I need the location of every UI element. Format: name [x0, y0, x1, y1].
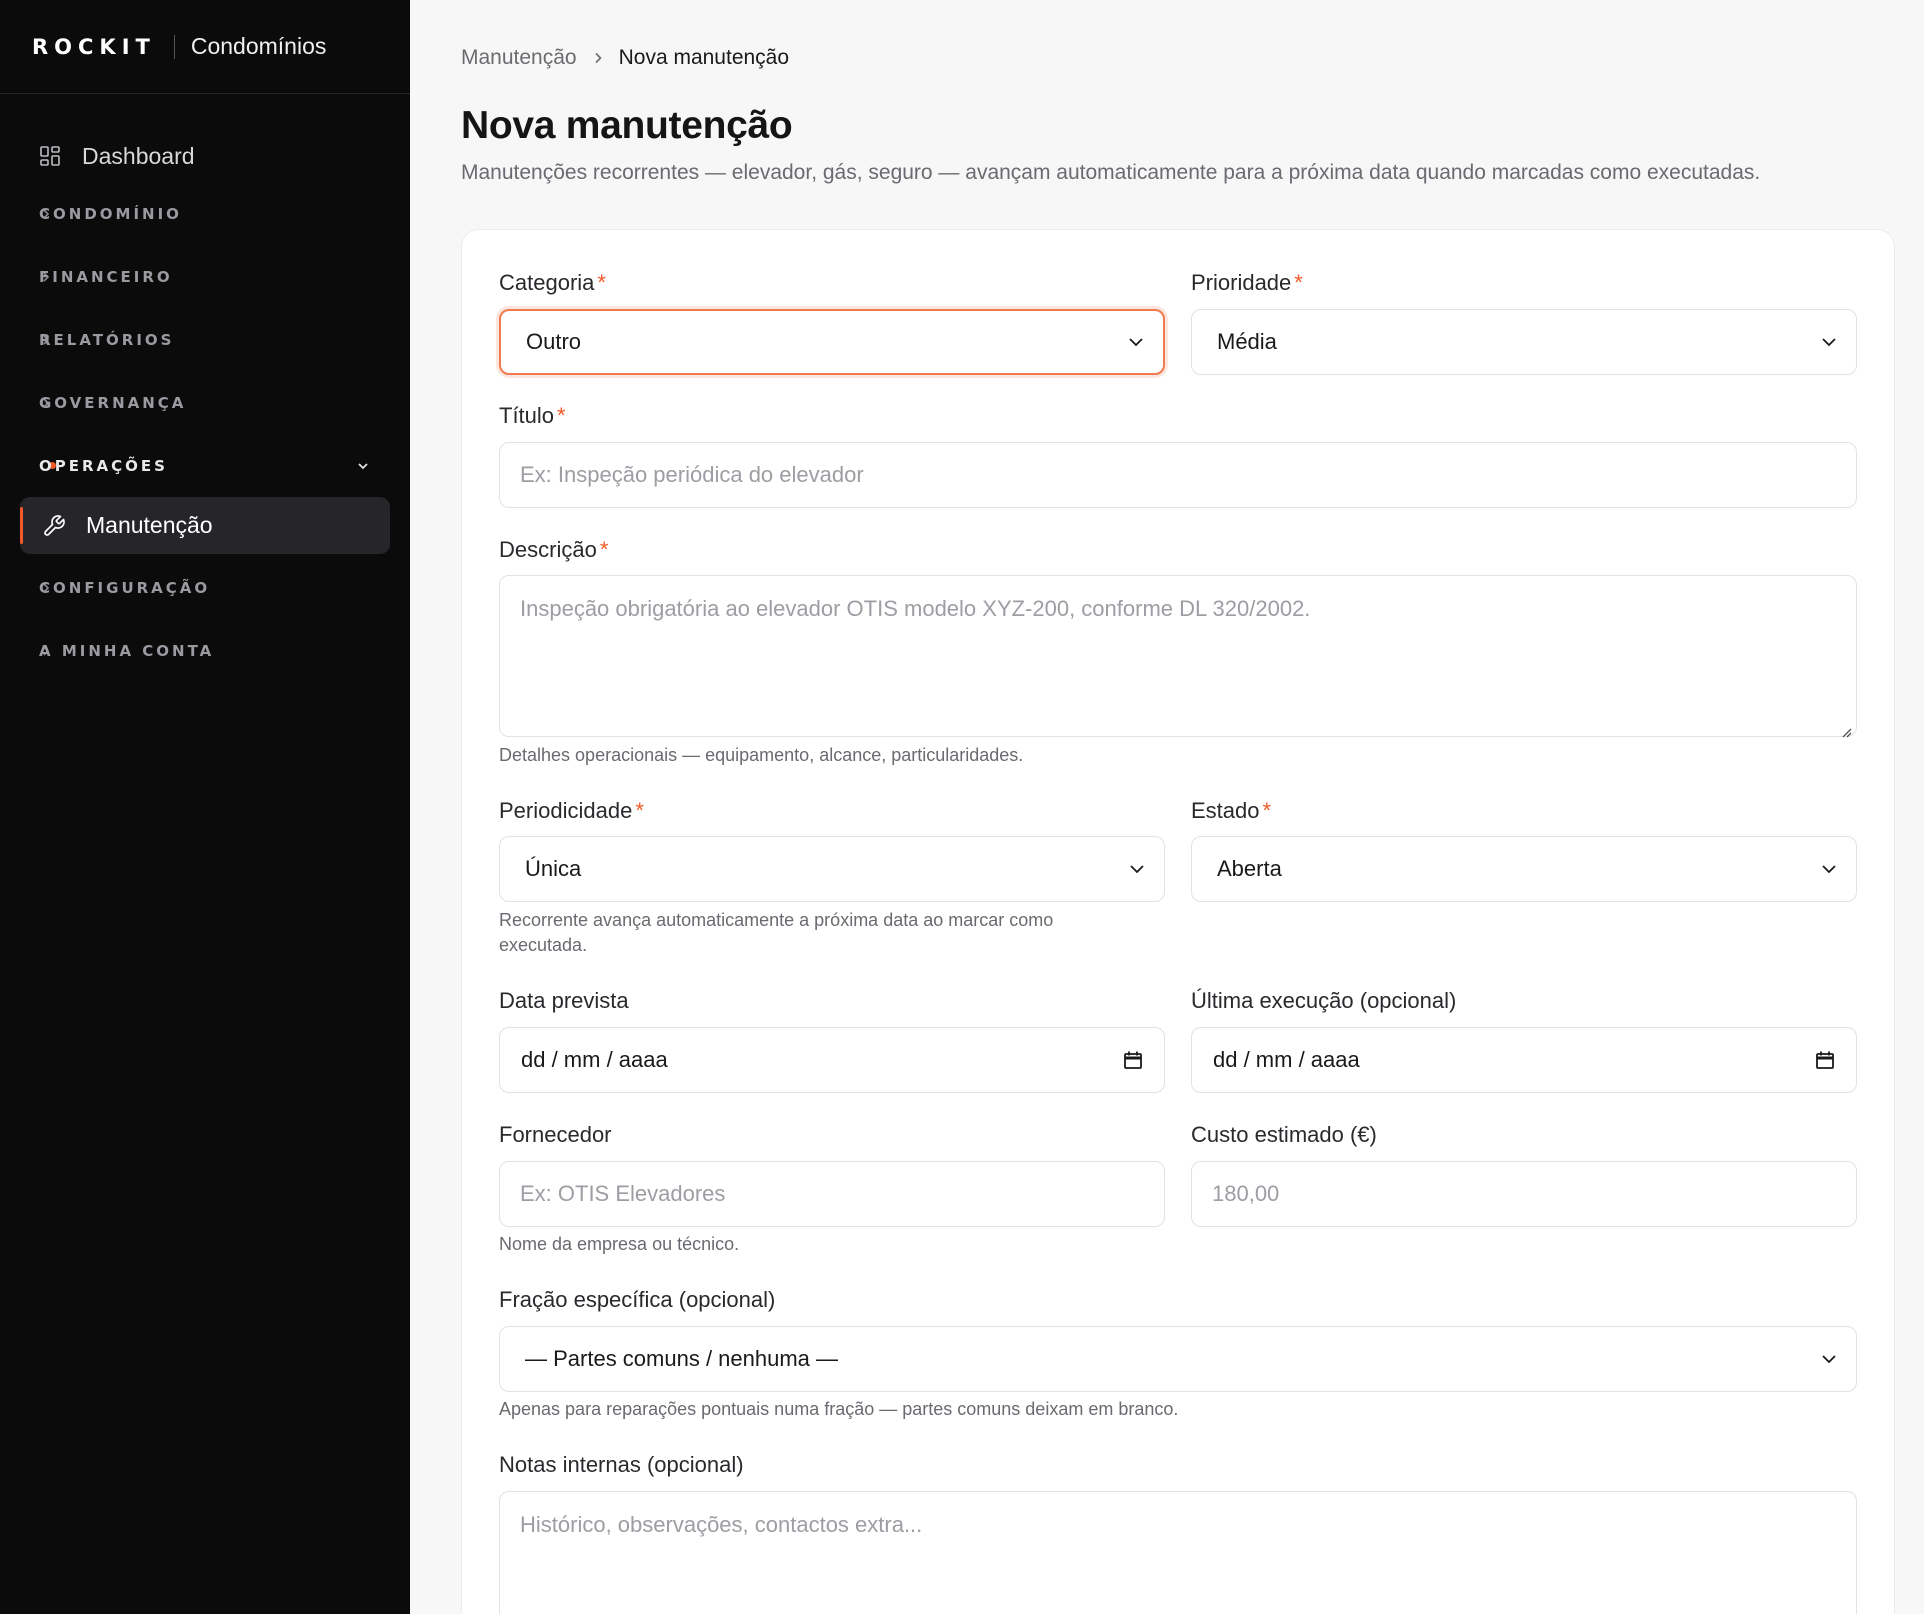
label-text: Título	[499, 403, 555, 428]
main-content: Manutenção Nova manutenção Nova manutenç…	[410, 0, 1924, 1614]
fornecedor-label: Fornecedor	[499, 1122, 612, 1147]
sidebar-section-financeiro[interactable]: FINANCEIRO	[0, 245, 410, 308]
brand-logo[interactable]: ROCKIT	[32, 35, 156, 59]
sidebar-nav: Dashboard CONDOMÍNIO FINANCEIRO RELATÓRI…	[0, 94, 410, 682]
select-value: Aberta	[1217, 856, 1282, 881]
section-label: RELATÓRIOS	[39, 330, 175, 349]
notas-label: Notas internas (opcional)	[499, 1452, 744, 1477]
date-value: dd / mm / aaaa	[1213, 1047, 1360, 1072]
sidebar-section-relatorios[interactable]: RELATÓRIOS	[0, 308, 410, 371]
periodicidade-select[interactable]: Única	[499, 836, 1165, 902]
brand: ROCKIT Condomínios	[0, 0, 410, 94]
input-placeholder: Ex: OTIS Elevadores	[520, 1181, 726, 1206]
fracao-select[interactable]: — Partes comuns / nenhuma —	[499, 1326, 1857, 1392]
descricao-label: Descrição *	[499, 537, 608, 563]
textarea-placeholder: Inspeção obrigatória ao elevador OTIS mo…	[520, 596, 1311, 621]
label-text: Descrição	[499, 537, 597, 562]
brand-name: Condomínios	[190, 33, 327, 59]
input-placeholder: 180,00	[1212, 1181, 1280, 1206]
data-prevista-input[interactable]: dd / mm / aaaa	[499, 1027, 1165, 1093]
custo-input[interactable]: 180,00	[1191, 1161, 1857, 1227]
breadcrumb-parent-link[interactable]: Manutenção	[461, 46, 577, 70]
categoria-label: Categoria *	[499, 270, 606, 296]
sidebar-section-operacoes[interactable]: OPERAÇÕES	[0, 434, 410, 497]
section-label-wrap: OPERAÇÕES	[39, 457, 165, 475]
page-subtitle: Manutenções recorrentes — elevador, gás,…	[461, 161, 1761, 184]
notas-textarea[interactable]: Histórico, observações, contactos extra.…	[499, 1491, 1857, 1614]
descricao-hint: Detalhes operacionais — equipamento, alc…	[499, 745, 1024, 765]
ultima-execucao-input[interactable]: dd / mm / aaaa	[1191, 1027, 1857, 1093]
label-text: Categoria	[499, 270, 595, 295]
sidebar-item-dashboard[interactable]: Dashboard	[20, 130, 390, 182]
fracao-label: Fração específica (opcional)	[499, 1287, 776, 1312]
prioridade-label: Prioridade *	[1191, 270, 1303, 296]
resize-grip-icon[interactable]	[1839, 719, 1853, 738]
periodicidade-hint: Recorrente avança automaticamente a próx…	[499, 910, 1054, 955]
section-label: CONFIGURAÇÃO	[39, 578, 211, 597]
estado-label: Estado *	[1191, 798, 1271, 824]
chevron-down-icon	[1820, 1350, 1838, 1368]
form-card: Categoria * Outro Prioridade * Média Títul…	[461, 229, 1895, 1614]
dashboard-icon	[38, 144, 62, 168]
prioridade-select[interactable]: Média	[1191, 309, 1857, 375]
input-placeholder: Ex: Inspeção periódica do elevador	[520, 462, 864, 487]
sidebar: ROCKIT Condomínios Dashboard CONDOMÍNIO …	[0, 0, 410, 1614]
section-label: FINANCEIRO	[39, 267, 173, 286]
calendar-icon[interactable]	[1814, 1049, 1836, 1071]
wrench-icon	[42, 514, 66, 538]
brand-divider	[173, 34, 175, 59]
custo-label: Custo estimado (€)	[1191, 1122, 1377, 1147]
select-value: Única	[525, 856, 582, 881]
chevron-down-icon	[1127, 333, 1145, 351]
sidebar-section-governanca[interactable]: GOVERNANÇA	[0, 371, 410, 434]
sidebar-section-condominio[interactable]: CONDOMÍNIO	[0, 182, 410, 245]
sidebar-section-minha-conta[interactable]: A MINHA CONTA	[0, 619, 410, 682]
required-mark: *	[597, 270, 606, 295]
chevron-down-icon	[1820, 333, 1838, 351]
label-text: Estado	[1191, 798, 1260, 823]
required-mark: *	[557, 403, 566, 428]
estado-select[interactable]: Aberta	[1191, 836, 1857, 902]
fornecedor-hint: Nome da empresa ou técnico.	[499, 1234, 740, 1254]
categoria-select[interactable]: Outro	[499, 309, 1165, 375]
sidebar-item-manutencao[interactable]: Manutenção	[20, 497, 390, 554]
chevron-down-icon	[1128, 860, 1146, 878]
required-mark: *	[1294, 270, 1303, 295]
textarea-placeholder: Histórico, observações, contactos extra.…	[520, 1512, 923, 1537]
breadcrumb-current: Nova manutenção	[618, 46, 790, 69]
date-value: dd / mm / aaaa	[521, 1047, 668, 1072]
breadcrumb: Manutenção Nova manutenção	[461, 46, 789, 70]
ultima-execucao-label: Última execução (opcional)	[1191, 988, 1457, 1013]
label-text: Prioridade	[1191, 270, 1292, 295]
chevron-down-icon	[356, 459, 370, 473]
section-label: CONDOMÍNIO	[39, 204, 182, 223]
periodicidade-label: Periodicidade *	[499, 798, 644, 824]
titulo-label: Título *	[499, 403, 566, 429]
data-prevista-label: Data prevista	[499, 988, 629, 1013]
titulo-input[interactable]: Ex: Inspeção periódica do elevador	[499, 442, 1857, 508]
section-label: GOVERNANÇA	[39, 393, 187, 412]
chevron-right-icon	[591, 51, 605, 65]
sidebar-section-configuracao[interactable]: CONFIGURAÇÃO	[0, 556, 410, 619]
required-mark: *	[1262, 798, 1272, 823]
calendar-icon[interactable]	[1122, 1049, 1144, 1071]
page-title: Nova manutenção	[461, 104, 793, 147]
descricao-textarea[interactable]: Inspeção obrigatória ao elevador OTIS mo…	[499, 575, 1857, 738]
select-value: Média	[1217, 329, 1277, 354]
fornecedor-input[interactable]: Ex: OTIS Elevadores	[499, 1161, 1165, 1227]
sidebar-item-label: Dashboard	[82, 142, 195, 169]
section-label: A MINHA CONTA	[39, 641, 215, 660]
select-value: Outro	[526, 329, 582, 354]
required-mark: *	[599, 537, 609, 562]
fracao-hint: Apenas para reparações pontuais numa fra…	[499, 1399, 1179, 1419]
section-label: OPERAÇÕES	[39, 456, 168, 475]
sidebar-item-label: Manutenção	[86, 512, 213, 538]
required-mark: *	[635, 798, 644, 823]
chevron-down-icon	[1820, 860, 1838, 878]
label-text: Periodicidade	[499, 798, 633, 823]
select-value: — Partes comuns / nenhuma —	[525, 1346, 839, 1371]
